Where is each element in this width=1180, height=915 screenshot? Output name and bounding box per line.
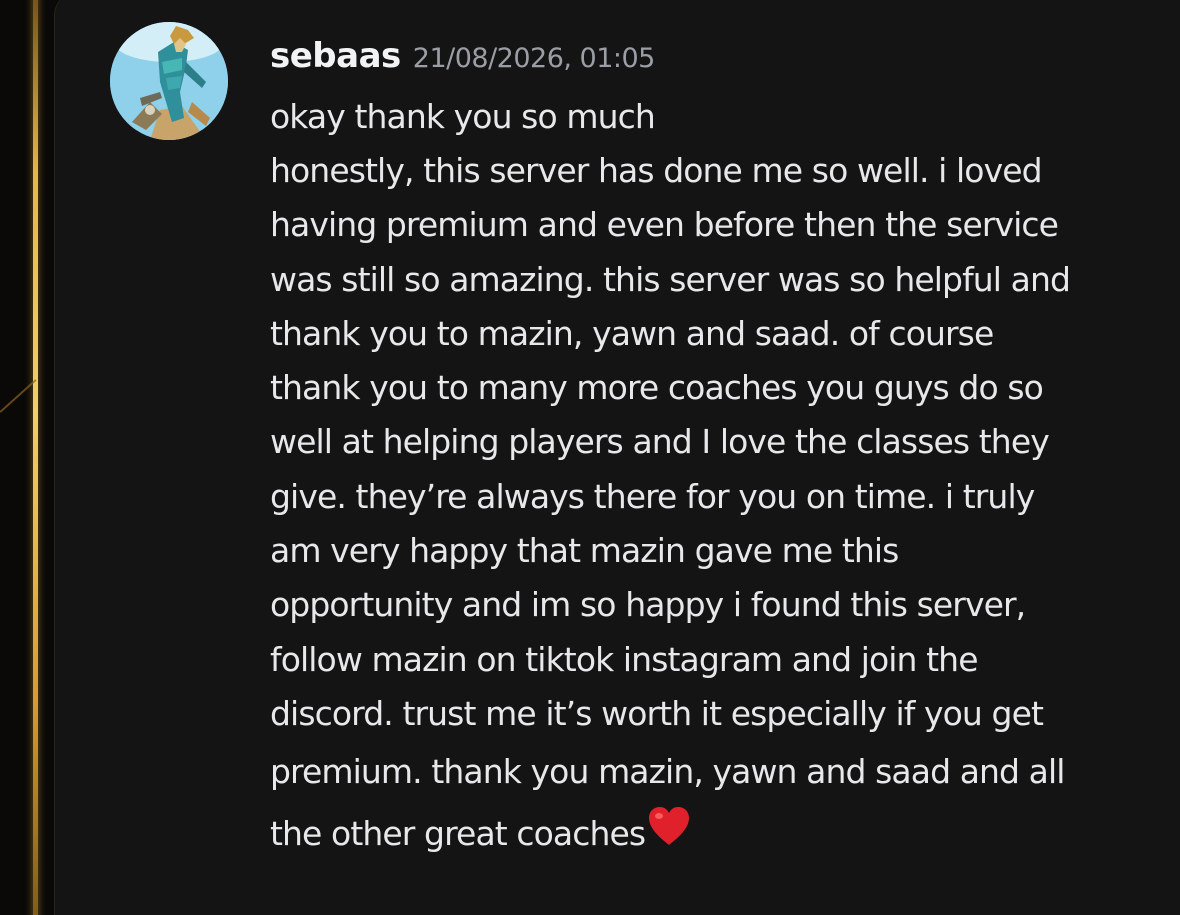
message-line: follow mazin on tiktok instagram and joi… — [270, 639, 978, 679]
heart-emoji-icon — [646, 805, 692, 867]
message-last-line: the other great coaches — [270, 803, 1150, 865]
message-line: give. they’re always there for you on ti… — [270, 476, 1035, 516]
message-line-text: the other great coaches — [270, 814, 646, 854]
username[interactable]: sebaas — [270, 36, 401, 76]
gold-frame-border — [33, 0, 38, 915]
decorative-line — [0, 379, 37, 413]
message-line: thank you to mazin, yawn and saad. of co… — [270, 313, 994, 353]
avatar-image — [110, 22, 228, 140]
timestamp: 21/08/2026, 01:05 — [412, 43, 656, 74]
user-avatar[interactable] — [110, 22, 228, 140]
message-line: well at helping players and I love the c… — [270, 422, 1050, 462]
app-frame: sebaas 21/08/2026, 01:05 okay thank you s… — [0, 0, 1180, 915]
message-header: sebaas 21/08/2026, 01:05 — [270, 36, 655, 76]
message-line: having premium and even before then the … — [270, 205, 1059, 245]
message-line: honestly, this server has done me so wel… — [270, 151, 1043, 190]
message-line: okay thank you so much — [270, 97, 656, 136]
message-line: thank you to many more coaches you guys … — [270, 368, 1044, 408]
message-line: was still so amazing. this server was so… — [270, 259, 1071, 299]
message-body: okay thank you so much honestly, this se… — [270, 90, 1150, 865]
message-line: premium. thank you mazin, yawn and saad … — [270, 752, 1065, 792]
message-line: am very happy that mazin gave me this — [270, 531, 899, 571]
message-line: discord. trust me it’s worth it especial… — [270, 693, 1044, 733]
message-line: opportunity and im so happy i found this… — [270, 585, 1026, 625]
